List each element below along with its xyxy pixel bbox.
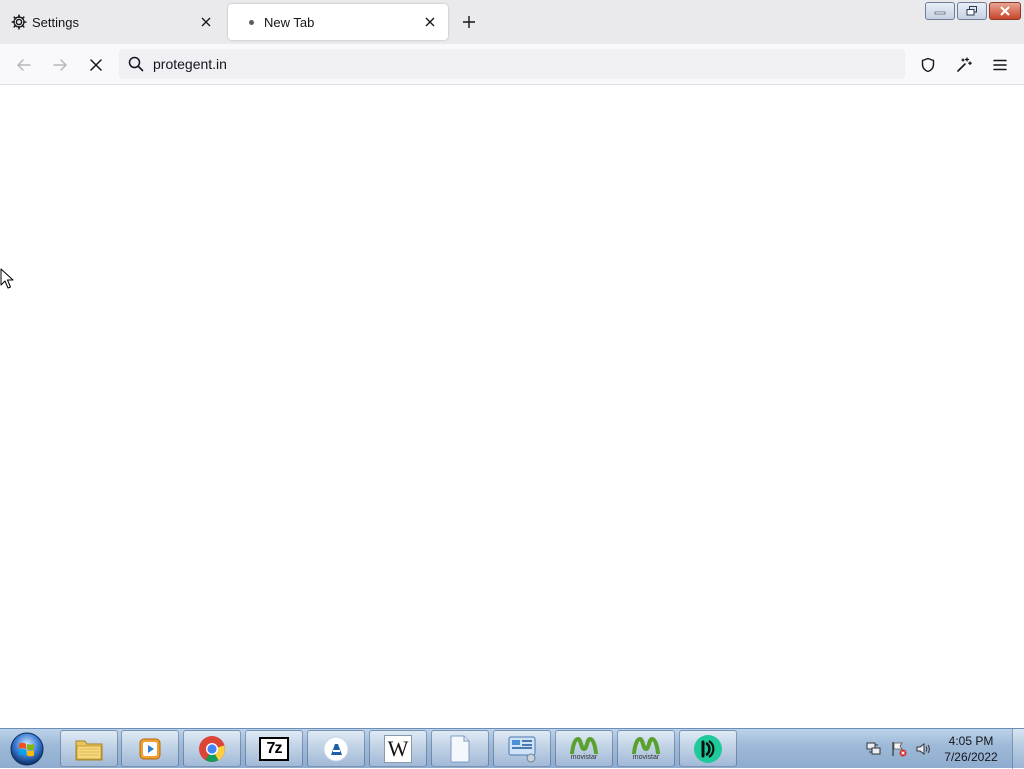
menu-button[interactable] [986,51,1014,79]
windows-start-icon [10,732,44,766]
forward-arrow-icon [53,59,67,71]
minimize-button[interactable] [925,2,955,20]
movistar-icon: movistar [632,736,660,762]
taskbar-chrome-button[interactable] [183,730,241,767]
wordpad-icon: W [384,734,412,763]
navigation-toolbar: protegent.in [0,44,1024,85]
minimize-icon [934,11,946,15]
gear-icon [10,13,28,31]
hamburger-menu-icon [993,59,1007,71]
taskbar-green-app-button[interactable] [679,730,737,767]
taskbar: 7z W movistar movistar 4:05 PM 7/26/2022 [0,728,1024,769]
action-center-flag-icon[interactable] [891,741,907,757]
restore-button[interactable] [957,2,987,20]
folder-icon [75,740,103,760]
tab-title: New Tab [264,14,315,30]
taskbar-control-panel-button[interactable] [493,730,551,767]
media-player-icon [139,738,161,759]
stop-loading-button[interactable] [82,51,110,79]
taskbar-explorer-button[interactable] [60,730,118,767]
page-content[interactable] [0,85,1024,728]
taskbar-movistar-button[interactable]: movistar [555,730,613,767]
clock-time: 4:05 PM [948,734,994,748]
search-icon [127,55,145,73]
taskbar-media-player-button[interactable] [121,730,179,767]
close-icon [1000,6,1010,16]
close-window-button[interactable] [989,2,1021,20]
mouse-cursor-icon [0,268,14,289]
stop-icon [90,59,102,71]
taskbar-clock[interactable]: 4:05 PM 7/26/2022 [936,733,1006,765]
network-icon[interactable] [866,741,882,757]
control-panel-icon [508,736,536,762]
start-button[interactable] [6,730,48,768]
shield-icon [921,57,935,73]
tab-new-tab[interactable]: New Tab [228,4,448,40]
taskbar-movistar-button[interactable]: movistar [617,730,675,767]
back-button[interactable] [10,51,38,79]
clock-date: 7/26/2022 [944,750,998,764]
tab-strip: Settings New Tab [0,0,1024,44]
app-icon [323,736,349,761]
tab-title: Settings [32,14,79,30]
close-tab-icon[interactable] [418,10,442,34]
show-desktop-button[interactable] [1012,729,1024,769]
close-tab-icon[interactable] [194,10,218,34]
green-app-icon [694,734,722,763]
shield-button[interactable] [914,51,942,79]
movistar-icon: movistar [570,736,598,762]
loading-dot-icon [242,13,260,31]
taskbar-app-button[interactable] [307,730,365,767]
url-bar[interactable]: protegent.in [119,49,905,79]
plus-icon [463,16,475,28]
magic-wand-icon [957,57,972,72]
taskbar-wordpad-button[interactable]: W [369,730,427,767]
taskbar-document-button[interactable] [431,730,489,767]
taskbar-7zip-button[interactable]: 7z [245,730,303,767]
tab-settings[interactable]: Settings [0,4,224,40]
new-tab-button[interactable] [457,10,481,34]
extensions-button[interactable] [950,51,978,79]
url-text[interactable]: protegent.in [153,56,227,72]
back-arrow-icon [17,59,31,71]
document-icon [450,735,470,762]
volume-icon[interactable] [915,741,931,757]
forward-button[interactable] [46,51,74,79]
restore-icon [966,6,977,16]
7zip-icon: 7z [259,736,289,761]
chrome-icon [199,735,225,762]
